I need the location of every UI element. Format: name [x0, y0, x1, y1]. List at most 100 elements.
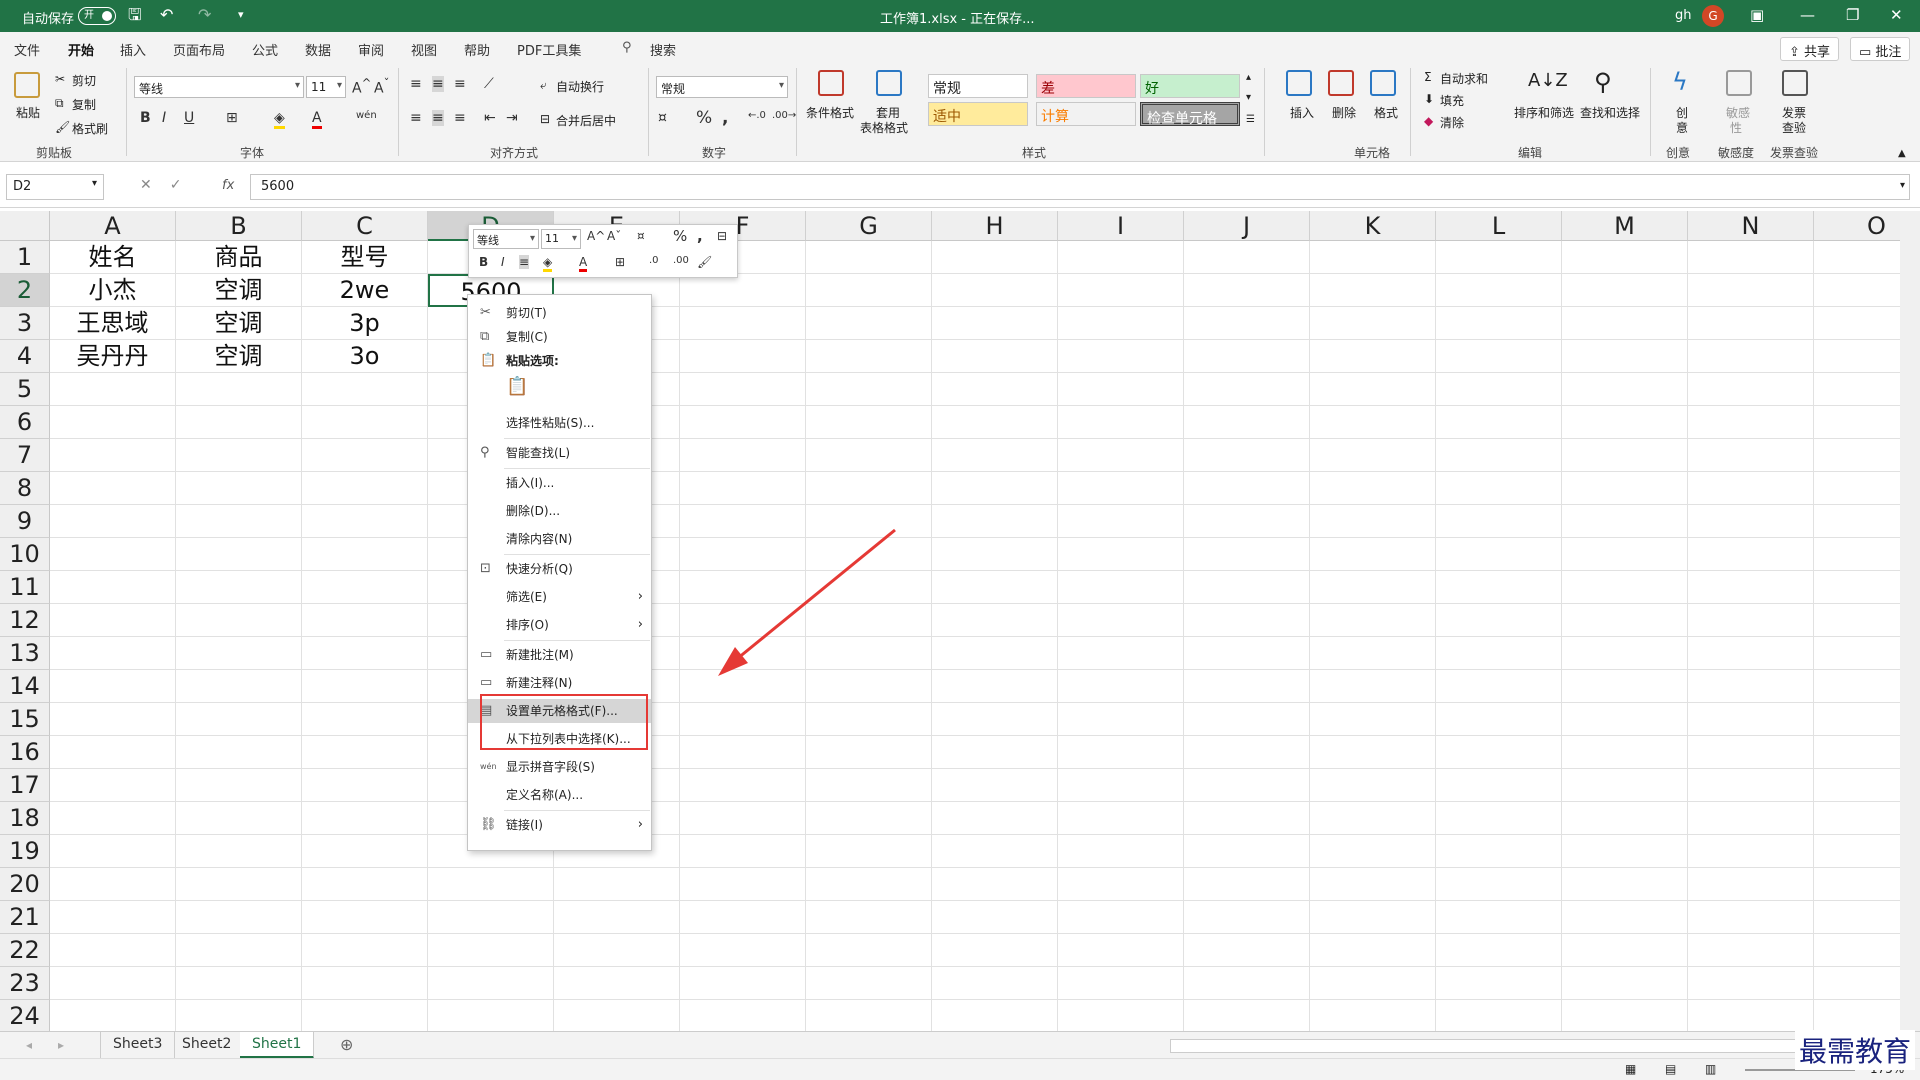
clear-icon[interactable]: ◆: [1424, 114, 1433, 128]
redo-icon[interactable]: ↷: [198, 6, 211, 24]
cell[interactable]: [302, 373, 428, 406]
autosave-toggle[interactable]: 开: [78, 7, 116, 25]
row-header-13[interactable]: 13: [0, 637, 50, 670]
align-bottom-icon[interactable]: ≡: [454, 76, 466, 92]
cell[interactable]: [1310, 241, 1436, 274]
cell[interactable]: [806, 868, 932, 901]
row-header-2[interactable]: 2: [0, 274, 50, 307]
cell[interactable]: [1814, 571, 1900, 604]
cell[interactable]: [50, 637, 176, 670]
cell[interactable]: [1184, 241, 1310, 274]
cell[interactable]: [1814, 241, 1900, 274]
cell[interactable]: [932, 802, 1058, 835]
cell[interactable]: [1814, 769, 1900, 802]
cell[interactable]: [932, 967, 1058, 1000]
cell[interactable]: [302, 868, 428, 901]
align-right-icon[interactable]: ≡: [454, 110, 466, 126]
cell[interactable]: [680, 967, 806, 1000]
cell[interactable]: [1184, 604, 1310, 637]
row-header-14[interactable]: 14: [0, 670, 50, 703]
cell[interactable]: [302, 769, 428, 802]
cell[interactable]: [680, 736, 806, 769]
cell[interactable]: [176, 736, 302, 769]
cell[interactable]: [806, 934, 932, 967]
cell[interactable]: [1310, 307, 1436, 340]
cell[interactable]: [176, 769, 302, 802]
cell[interactable]: [302, 439, 428, 472]
mini-increase-font-icon[interactable]: A^: [587, 229, 605, 243]
cell[interactable]: [1562, 670, 1688, 703]
cell[interactable]: [1310, 703, 1436, 736]
cell[interactable]: [1184, 736, 1310, 769]
cell[interactable]: [932, 505, 1058, 538]
cell[interactable]: [1058, 538, 1184, 571]
align-center-icon[interactable]: ≡: [432, 110, 444, 126]
cell[interactable]: [1436, 736, 1562, 769]
format-table-icon[interactable]: [876, 70, 902, 96]
column-header-l[interactable]: L: [1436, 211, 1562, 241]
cell[interactable]: [1184, 373, 1310, 406]
tab-data[interactable]: 数据: [305, 40, 331, 59]
cell[interactable]: [680, 868, 806, 901]
cell[interactable]: [1814, 901, 1900, 934]
cell[interactable]: [1688, 571, 1814, 604]
row-header-23[interactable]: 23: [0, 967, 50, 1000]
cell[interactable]: [1688, 967, 1814, 1000]
cell[interactable]: [806, 835, 932, 868]
cell[interactable]: [1814, 868, 1900, 901]
cell[interactable]: [932, 769, 1058, 802]
cell[interactable]: 2we: [302, 274, 428, 307]
increase-indent-icon[interactable]: ⇥: [506, 110, 518, 126]
cell[interactable]: [1814, 736, 1900, 769]
name-box[interactable]: D2: [6, 174, 104, 200]
cell[interactable]: [1184, 901, 1310, 934]
cell[interactable]: [1058, 373, 1184, 406]
cell[interactable]: [1688, 439, 1814, 472]
row-header-6[interactable]: 6: [0, 406, 50, 439]
cell[interactable]: [302, 934, 428, 967]
cell[interactable]: [1436, 604, 1562, 637]
cell[interactable]: [1184, 274, 1310, 307]
restore-icon[interactable]: ❐: [1846, 6, 1859, 24]
cell[interactable]: [680, 538, 806, 571]
cell[interactable]: [1058, 637, 1184, 670]
insert-function-icon[interactable]: fx: [222, 178, 234, 193]
decrease-indent-icon[interactable]: ⇤: [484, 110, 496, 126]
cell[interactable]: [176, 439, 302, 472]
row-header-10[interactable]: 10: [0, 538, 50, 571]
cell[interactable]: [50, 868, 176, 901]
menu-insert[interactable]: 插入(I)...: [468, 471, 651, 495]
cell[interactable]: [1436, 934, 1562, 967]
mini-decrease-decimal-icon[interactable]: .0: [649, 255, 659, 266]
column-header-k[interactable]: K: [1310, 211, 1436, 241]
cell[interactable]: [1562, 373, 1688, 406]
cell[interactable]: [50, 472, 176, 505]
cell[interactable]: [1688, 703, 1814, 736]
cell[interactable]: [680, 406, 806, 439]
cell[interactable]: [1688, 538, 1814, 571]
cell[interactable]: [1814, 472, 1900, 505]
cell[interactable]: [176, 604, 302, 637]
styles-scroll-down-icon[interactable]: ▾: [1246, 92, 1251, 103]
cell[interactable]: [806, 769, 932, 802]
name-box-dropdown-icon[interactable]: ▾: [92, 178, 97, 189]
cell[interactable]: [1814, 802, 1900, 835]
format-cells-button[interactable]: 格式: [1374, 104, 1398, 121]
cell[interactable]: [1058, 703, 1184, 736]
cell[interactable]: [1562, 736, 1688, 769]
cell[interactable]: [1310, 538, 1436, 571]
cell[interactable]: [554, 901, 680, 934]
tab-formulas[interactable]: 公式: [252, 40, 278, 59]
cell[interactable]: [1562, 802, 1688, 835]
cell[interactable]: [1310, 802, 1436, 835]
cell[interactable]: [680, 670, 806, 703]
cell[interactable]: [50, 670, 176, 703]
cell[interactable]: [50, 406, 176, 439]
cell[interactable]: [50, 439, 176, 472]
cell[interactable]: [806, 703, 932, 736]
customize-qat-icon[interactable]: ▾: [238, 6, 244, 24]
cancel-icon[interactable]: ✕: [140, 177, 170, 193]
cell[interactable]: 姓名: [50, 241, 176, 274]
row-header-24[interactable]: 24: [0, 1000, 50, 1031]
cell[interactable]: [680, 571, 806, 604]
